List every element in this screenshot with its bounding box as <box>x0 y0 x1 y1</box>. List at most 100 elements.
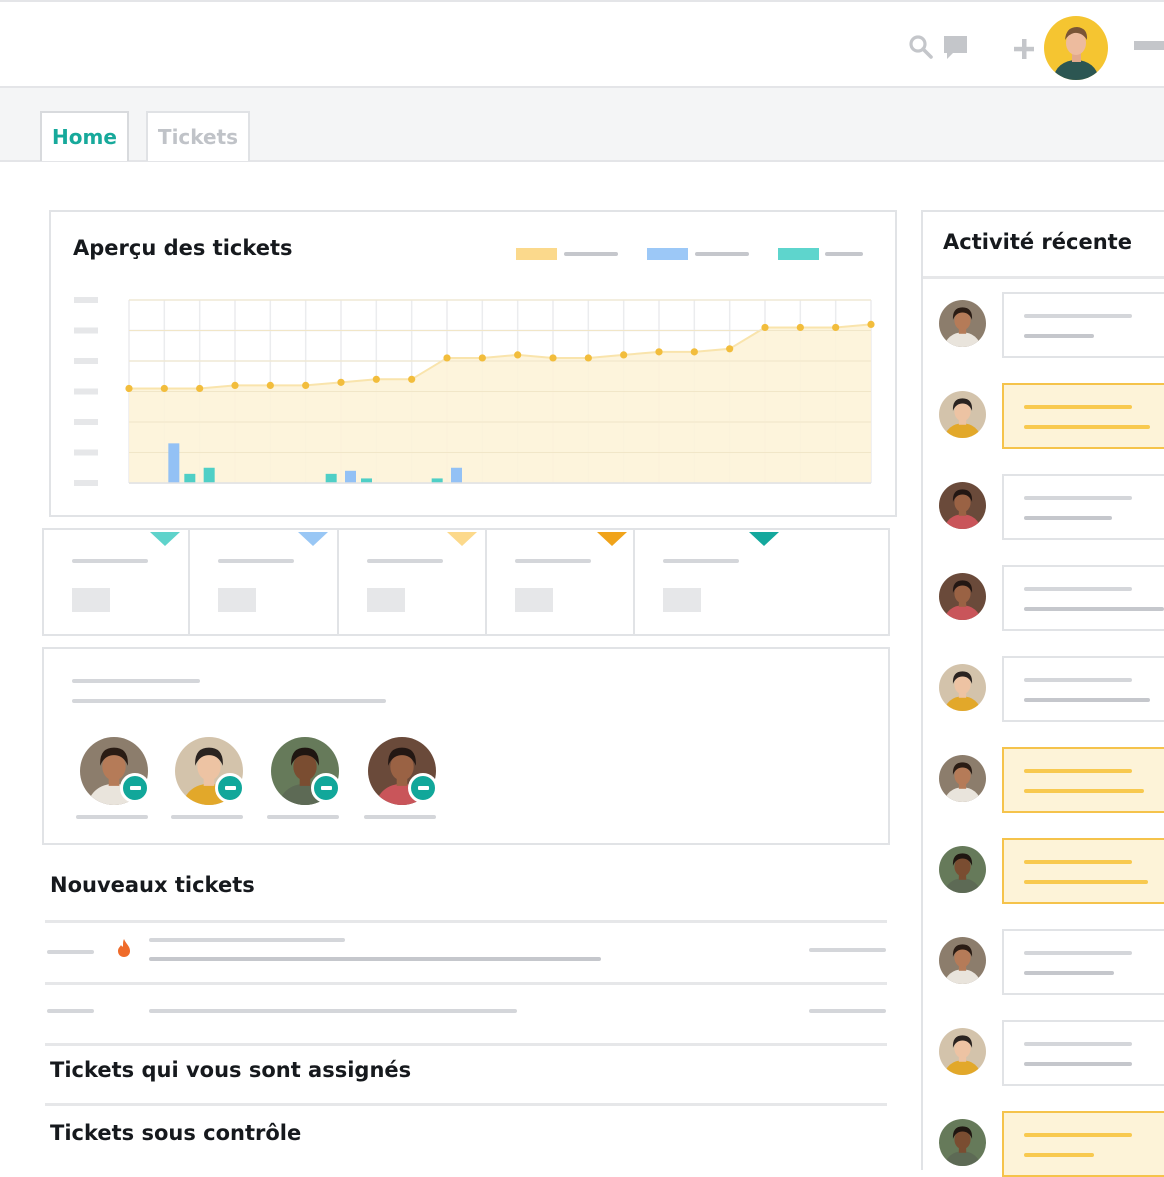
data-point <box>796 323 804 332</box>
activity-item[interactable] <box>1002 292 1164 358</box>
status-cards <box>42 528 890 636</box>
status-count <box>515 588 553 612</box>
status-label <box>72 559 148 563</box>
activity-item[interactable] <box>1002 565 1164 631</box>
legend-label-1 <box>564 252 618 256</box>
agents-card <box>42 647 890 845</box>
monitored-tickets-heading[interactable]: Tickets sous contrôle <box>50 1121 301 1145</box>
agent-item[interactable] <box>364 737 448 827</box>
activity-item[interactable] <box>1002 656 1164 722</box>
legend-label-3 <box>825 252 863 256</box>
activity-text <box>1024 516 1112 520</box>
status-card[interactable] <box>339 530 487 634</box>
top-bar <box>0 0 1164 88</box>
legend-swatch-1 <box>516 248 557 260</box>
legend-label-2 <box>695 252 749 256</box>
status-count <box>663 588 701 612</box>
plus-icon[interactable] <box>1012 37 1036 61</box>
activity-avatar <box>939 664 986 711</box>
tab-bar: Home Tickets <box>0 88 1164 162</box>
status-card[interactable] <box>635 530 888 634</box>
activity-item[interactable] <box>1002 474 1164 540</box>
status-label <box>367 559 443 563</box>
activity-item[interactable] <box>1002 747 1164 813</box>
y-tick-label <box>74 449 98 456</box>
ticket-date <box>809 948 886 952</box>
bar <box>203 467 215 483</box>
agent-name <box>171 815 243 819</box>
overview-title: Aperçu des tickets <box>73 236 293 260</box>
status-count <box>367 588 405 612</box>
menu-icon[interactable] <box>1134 41 1164 50</box>
data-point <box>726 345 734 353</box>
agents-card-subtitle <box>72 699 386 703</box>
bar <box>325 473 337 483</box>
activity-item[interactable] <box>1002 1020 1164 1086</box>
data-point <box>266 381 274 389</box>
activity-item[interactable] <box>1002 929 1164 995</box>
divider <box>45 1043 887 1046</box>
status-indicator <box>749 532 779 546</box>
data-point <box>690 348 698 356</box>
remove-icon[interactable] <box>311 773 341 803</box>
data-point <box>655 348 663 356</box>
activity-avatar <box>939 482 986 529</box>
activity-title <box>1024 769 1132 773</box>
activity-avatar <box>939 846 986 893</box>
status-card[interactable] <box>487 530 635 634</box>
bar <box>345 470 356 483</box>
y-tick-label <box>74 297 98 303</box>
activity-avatar <box>939 300 986 347</box>
remove-icon[interactable] <box>215 773 245 803</box>
status-card[interactable] <box>190 530 339 634</box>
agent-item[interactable] <box>267 737 351 827</box>
data-point <box>620 351 628 359</box>
legend-swatch-3 <box>778 248 819 260</box>
ticket-id <box>47 950 94 954</box>
activity-title <box>1024 405 1132 409</box>
ticket-subject <box>149 938 345 942</box>
status-indicator <box>150 532 180 546</box>
activity-avatar <box>939 1119 986 1166</box>
ticket-row[interactable] <box>45 985 887 1041</box>
activity-title <box>1024 951 1132 955</box>
agent-item[interactable] <box>76 737 160 827</box>
y-tick-label <box>74 419 98 425</box>
tab-home[interactable]: Home <box>40 111 129 161</box>
user-avatar[interactable] <box>1044 16 1108 80</box>
data-point <box>408 375 416 383</box>
chat-icon[interactable] <box>942 34 970 62</box>
remove-icon[interactable] <box>120 773 150 803</box>
recent-activity-title: Activité récente <box>943 230 1132 254</box>
activity-avatar <box>939 573 986 620</box>
data-point <box>443 354 451 362</box>
activity-item[interactable] <box>1002 838 1164 904</box>
tab-tickets[interactable]: Tickets <box>146 111 250 161</box>
activity-item[interactable] <box>1002 1111 1164 1177</box>
divider <box>923 276 1164 279</box>
agents-card-title <box>72 679 200 683</box>
ticket-date <box>809 1009 886 1013</box>
activity-title <box>1024 860 1132 864</box>
agent-name <box>76 815 148 819</box>
activity-text <box>1024 1062 1132 1066</box>
assigned-tickets-heading[interactable]: Tickets qui vous sont assignés <box>50 1058 411 1082</box>
data-point <box>337 378 345 386</box>
ticket-row[interactable] <box>45 924 887 982</box>
agent-item[interactable] <box>171 737 255 827</box>
status-label <box>515 559 591 563</box>
activity-item[interactable] <box>1002 383 1164 449</box>
data-point <box>302 381 310 389</box>
status-count <box>218 588 256 612</box>
divider <box>45 1103 887 1106</box>
search-icon[interactable] <box>908 34 934 60</box>
data-point <box>478 354 486 362</box>
activity-avatar <box>939 391 986 438</box>
activity-avatar <box>939 937 986 984</box>
data-point <box>584 354 592 362</box>
status-card[interactable] <box>44 530 190 634</box>
activity-title <box>1024 314 1132 318</box>
remove-icon[interactable] <box>408 773 438 803</box>
activity-text <box>1024 789 1144 793</box>
agent-name <box>364 815 436 819</box>
